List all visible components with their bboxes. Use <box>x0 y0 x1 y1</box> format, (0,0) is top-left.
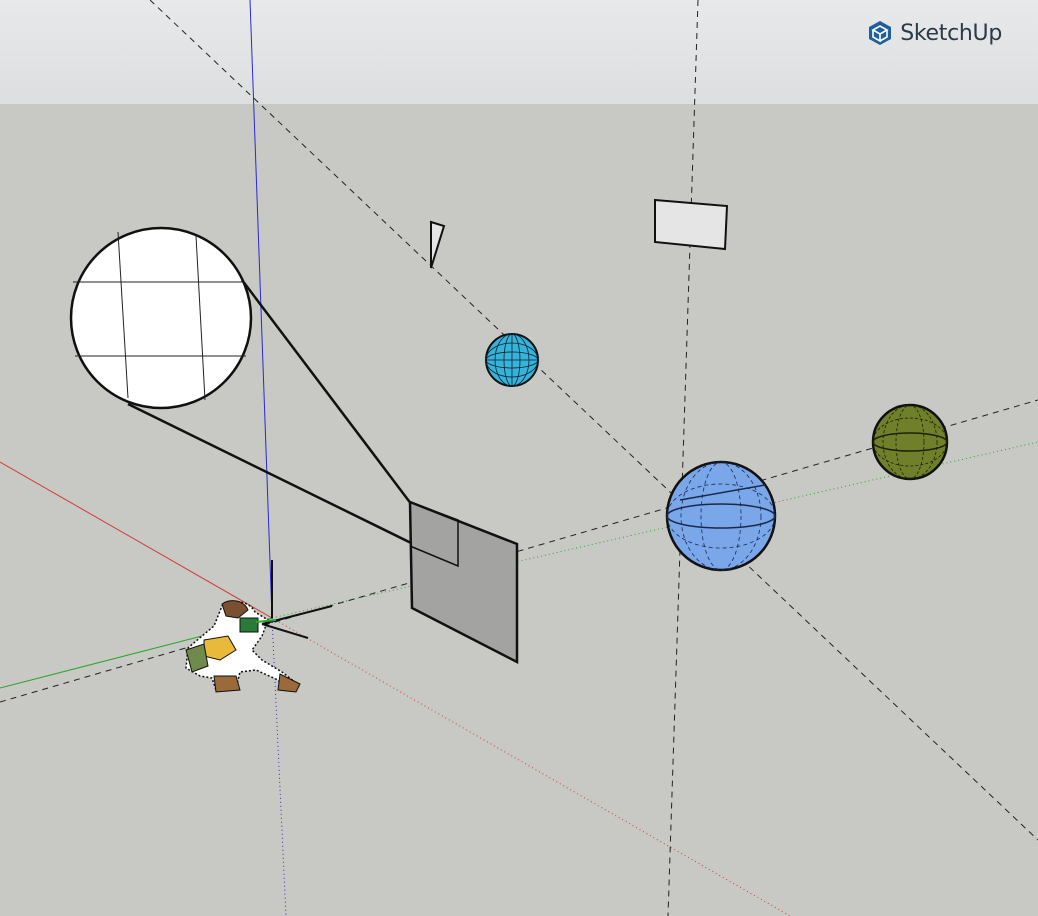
cyan-sphere[interactable] <box>485 333 539 387</box>
model-viewport[interactable]: SketchUp <box>0 0 1038 916</box>
red-axis-dotted <box>271 617 791 916</box>
guide-line-vertical <box>667 0 699 916</box>
blue-axis-dotted <box>271 617 287 916</box>
brand-lockup: SketchUp <box>868 18 1002 48</box>
blue-sphere[interactable] <box>665 460 777 572</box>
brand-name: SketchUp <box>900 20 1002 46</box>
small-rectangle[interactable] <box>654 198 729 251</box>
blue-axis-solid <box>249 0 273 619</box>
person-figure[interactable] <box>185 600 333 693</box>
gray-panel[interactable] <box>408 500 519 665</box>
magnifier-circle[interactable] <box>69 226 253 410</box>
small-triangle[interactable] <box>430 220 446 269</box>
sketchup-logo-icon <box>869 21 892 45</box>
green-sphere[interactable] <box>871 403 949 481</box>
red-axis-solid <box>0 461 273 619</box>
scene-canvas[interactable] <box>0 0 1038 916</box>
cone-line <box>127 402 459 568</box>
